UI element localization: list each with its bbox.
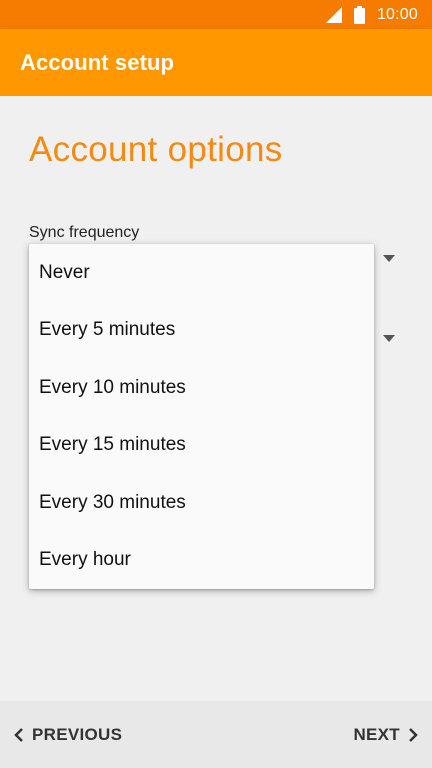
status-bar: 10:00	[0, 0, 432, 29]
option-never[interactable]: Never	[29, 244, 374, 302]
signal-icon	[325, 6, 342, 23]
dropdown-arrow-icon[interactable]	[383, 255, 395, 262]
previous-label: PREVIOUS	[32, 724, 123, 744]
app-bar: Account setup	[0, 29, 432, 96]
sync-frequency-label: Sync frequency	[29, 224, 140, 241]
chevron-left-icon	[14, 727, 24, 743]
option-every-10-minutes[interactable]: Every 10 minutes	[29, 359, 374, 417]
page-title: Account options	[29, 130, 283, 169]
app-bar-title: Account setup	[20, 49, 175, 75]
sync-frequency-dropdown: Never Every 5 minutes Every 10 minutes E…	[29, 244, 374, 589]
bottom-navigation: PREVIOUS NEXT	[0, 701, 432, 768]
dropdown-arrow-icon[interactable]	[383, 335, 395, 342]
option-every-hour[interactable]: Every hour	[29, 532, 374, 590]
next-label: NEXT	[353, 724, 400, 744]
chevron-right-icon	[408, 727, 418, 743]
next-button[interactable]: NEXT	[353, 725, 418, 745]
screen: 10:00 Account setup Account options Sync…	[0, 0, 432, 768]
battery-icon	[353, 5, 365, 24]
option-every-15-minutes[interactable]: Every 15 minutes	[29, 417, 374, 475]
previous-button[interactable]: PREVIOUS	[14, 725, 122, 745]
option-every-5-minutes[interactable]: Every 5 minutes	[29, 302, 374, 360]
clock: 10:00	[376, 5, 418, 23]
option-every-30-minutes[interactable]: Every 30 minutes	[29, 474, 374, 532]
